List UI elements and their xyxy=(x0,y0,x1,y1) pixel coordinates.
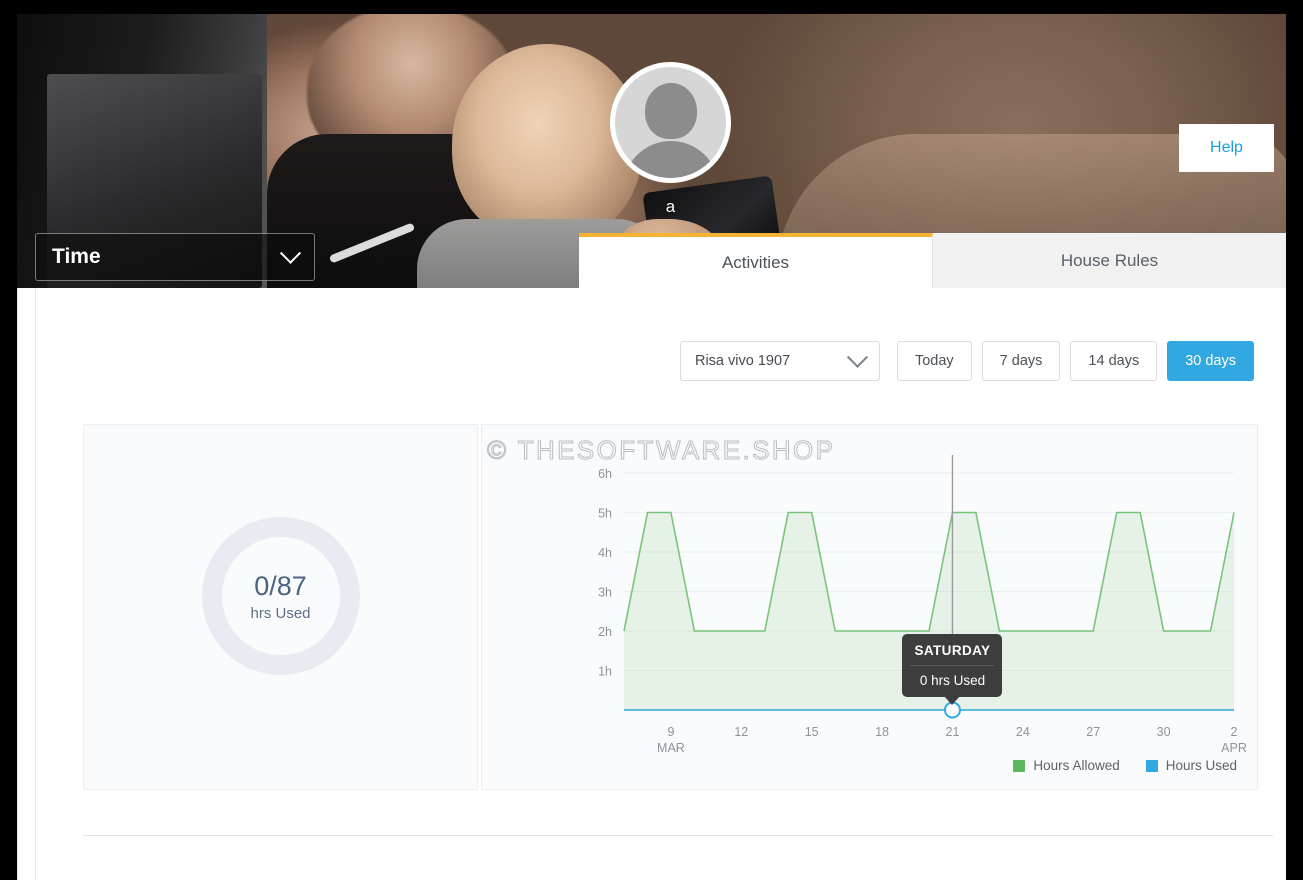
svg-text:15: 15 xyxy=(805,725,819,739)
usage-donut-gauge: 0/87 hrs Used xyxy=(201,517,360,676)
tab-activities[interactable]: Activities xyxy=(579,233,933,288)
svg-text:27: 27 xyxy=(1086,725,1100,739)
device-select[interactable]: Risa vivo 1907 xyxy=(679,341,880,381)
range-button-30-days-label: 30 days xyxy=(1185,353,1236,369)
help-button-label: Help xyxy=(1210,139,1243,156)
profile-name: a xyxy=(665,197,676,216)
usage-chart-panel: © THESOFTWARE.SHOP 6h 5h 4h 3h 2h 1h 9 MAR 12 15 1… xyxy=(481,424,1258,790)
svg-text:24: 24 xyxy=(1016,725,1030,739)
time-category-select[interactable]: Time xyxy=(35,233,315,281)
svg-text:12: 12 xyxy=(734,725,748,739)
svg-text:21: 21 xyxy=(946,725,960,739)
svg-text:4h: 4h xyxy=(598,546,612,560)
svg-text:9: 9 xyxy=(667,725,674,739)
chart-area: © THESOFTWARE.SHOP 6h 5h 4h 3h 2h 1h 9 MAR 12 15 1… xyxy=(482,425,1259,791)
svg-text:MAR: MAR xyxy=(657,741,685,755)
range-button-today-label: Today xyxy=(914,353,954,369)
svg-text:2: 2 xyxy=(1231,725,1238,739)
help-button[interactable]: Help xyxy=(1179,124,1274,172)
svg-text:1h: 1h xyxy=(598,665,612,679)
usage-unit-label: hrs Used xyxy=(250,604,311,622)
legend-item-hours-allowed[interactable]: Hours Allowed xyxy=(1013,758,1120,773)
app-root: a Help Time Activities House Rules Risa … xyxy=(0,0,1303,880)
bottom-divider xyxy=(83,835,1273,836)
chart-tooltip: SATURDAY 0 hrs Used xyxy=(902,634,1003,705)
legend-item-hours-used[interactable]: Hours Used xyxy=(1145,758,1237,773)
range-button-today[interactable]: Today xyxy=(896,341,972,381)
range-button-14-days[interactable]: 14 days xyxy=(1070,341,1158,381)
svg-text:5h: 5h xyxy=(598,507,612,521)
legend-swatch-green xyxy=(1013,759,1026,772)
usage-summary-panel: 0/87 hrs Used xyxy=(83,424,478,790)
profile-avatar[interactable]: a xyxy=(593,45,748,216)
chart-tooltip-arrow xyxy=(944,696,961,705)
chevron-down-icon xyxy=(846,346,869,368)
tab-activities-label: Activities xyxy=(721,252,790,272)
tab-house-rules[interactable]: House Rules xyxy=(933,233,1286,288)
user-avatar-icon xyxy=(610,62,731,183)
content-inner: Risa vivo 1907 Today 7 days 14 days 30 d… xyxy=(35,288,1274,880)
usage-area-chart[interactable]: 6h 5h 4h 3h 2h 1h 9 MAR 12 15 18 21 24 27 30 2 APR xyxy=(482,425,1259,791)
legend-swatch-blue xyxy=(1145,759,1158,772)
svg-text:APR: APR xyxy=(1221,741,1247,755)
panels-row: 0/87 hrs Used © THESOFTWARE.SHOP 6h 5h 4h 3… xyxy=(83,424,1258,790)
svg-text:3h: 3h xyxy=(598,586,612,600)
svg-text:18: 18 xyxy=(875,725,889,739)
svg-text:6h: 6h xyxy=(598,467,612,481)
avatar-head-shape xyxy=(644,83,697,139)
chevron-down-icon xyxy=(279,242,302,264)
content-area: Risa vivo 1907 Today 7 days 14 days 30 d… xyxy=(17,288,1286,880)
device-select-value: Risa vivo 1907 xyxy=(694,353,791,369)
chart-legend: Hours Allowed Hours Used xyxy=(1013,758,1237,773)
range-button-7-days-label: 7 days xyxy=(999,353,1043,369)
legend-label-hours-allowed: Hours Allowed xyxy=(1033,758,1120,773)
svg-text:2h: 2h xyxy=(598,625,612,639)
range-button-7-days[interactable]: 7 days xyxy=(981,341,1061,381)
svg-text:30: 30 xyxy=(1157,725,1171,739)
chart-tooltip-title: SATURDAY xyxy=(910,643,995,666)
chart-tooltip-value: 0 hrs Used xyxy=(919,673,986,688)
usage-donut-center: 0/87 hrs Used xyxy=(221,537,340,656)
avatar-body-shape xyxy=(622,141,719,178)
legend-label-hours-used: Hours Used xyxy=(1165,758,1237,773)
page-frame: a Help Time Activities House Rules Risa … xyxy=(17,14,1286,880)
usage-value: 0/87 xyxy=(254,570,307,601)
range-button-30-days[interactable]: 30 days xyxy=(1167,341,1254,381)
time-category-label: Time xyxy=(52,245,101,268)
filter-toolbar: Risa vivo 1907 Today 7 days 14 days 30 d… xyxy=(679,341,1254,381)
range-button-14-days-label: 14 days xyxy=(1088,353,1140,369)
tab-bar: Activities House Rules xyxy=(579,233,1286,288)
tab-house-rules-label: House Rules xyxy=(1060,250,1159,270)
